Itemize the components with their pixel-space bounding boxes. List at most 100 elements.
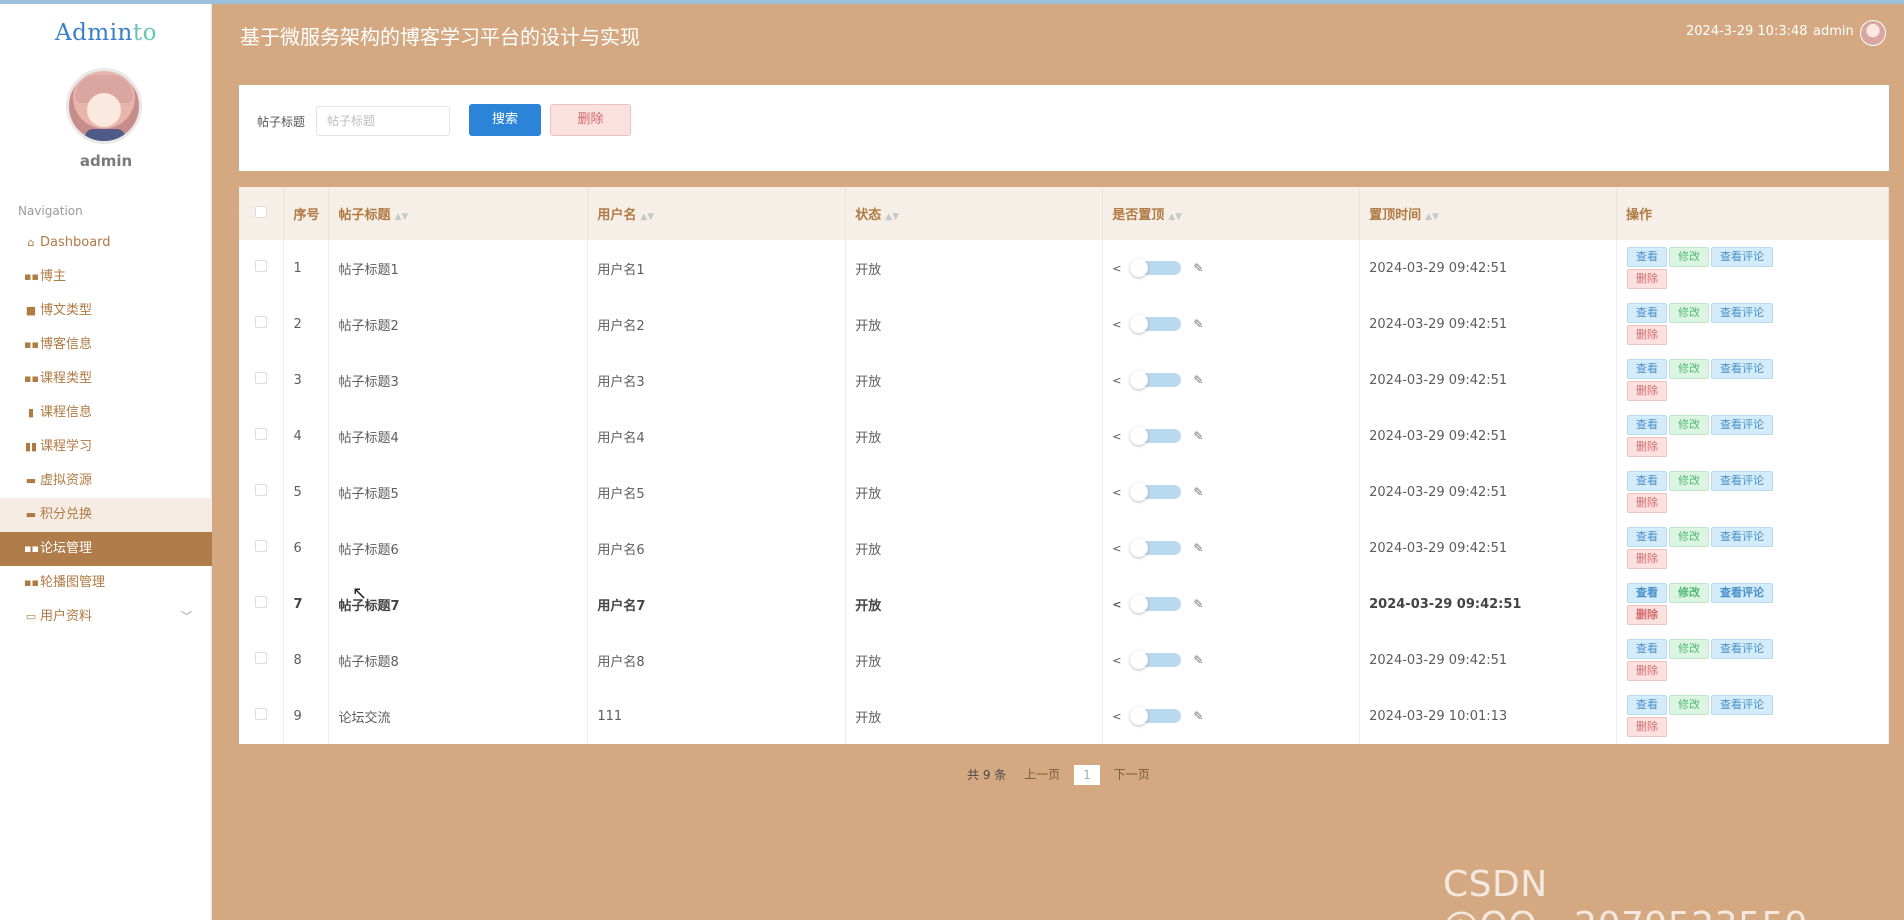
batch-delete-button[interactable]: 删除	[550, 104, 631, 136]
sidebar-item-blogger[interactable]: ▪▪博主	[0, 260, 212, 294]
view-comments-button[interactable]: 查看评论	[1711, 583, 1774, 603]
edit-button[interactable]: 修改	[1669, 583, 1710, 603]
share-icon[interactable]: <	[1112, 598, 1121, 611]
delete-button[interactable]: 删除	[1627, 269, 1668, 289]
view-comments-button[interactable]: 查看评论	[1711, 639, 1774, 659]
edit-button[interactable]: 修改	[1669, 695, 1710, 715]
delete-button[interactable]: 删除	[1627, 437, 1668, 457]
view-button[interactable]: 查看	[1627, 527, 1668, 547]
view-comments-button[interactable]: 查看评论	[1711, 527, 1774, 547]
view-button[interactable]: 查看	[1627, 583, 1668, 603]
sidebar-item-post-type[interactable]: ■ 博文类型	[0, 294, 212, 328]
search-button[interactable]: 搜索	[469, 104, 541, 136]
sidebar-item-forum-manage[interactable]: ▪▪论坛管理	[0, 532, 212, 566]
edit-button[interactable]: 修改	[1669, 303, 1710, 323]
edit-pen-icon[interactable]: ✎	[1193, 485, 1203, 499]
sidebar-item-course-type[interactable]: ▪▪课程类型	[0, 362, 212, 396]
delete-button[interactable]: 删除	[1627, 717, 1668, 737]
share-icon[interactable]: <	[1112, 542, 1121, 555]
row-checkbox[interactable]	[239, 296, 285, 352]
edit-pen-icon[interactable]: ✎	[1193, 261, 1203, 275]
edit-pen-icon[interactable]: ✎	[1193, 541, 1203, 555]
sidebar-item-blog-info[interactable]: ▪▪博客信息	[0, 328, 212, 362]
share-icon[interactable]: <	[1112, 374, 1121, 387]
edit-pen-icon[interactable]: ✎	[1193, 597, 1203, 611]
header-user[interactable]: 用户名 ▲▼	[587, 187, 847, 240]
delete-button[interactable]: 删除	[1627, 381, 1668, 401]
pin-toggle[interactable]	[1130, 707, 1182, 725]
sidebar-item-dashboard[interactable]: ⌂ Dashboard	[0, 226, 212, 260]
search-input[interactable]	[316, 106, 450, 136]
row-checkbox[interactable]	[239, 688, 285, 744]
edit-pen-icon[interactable]: ✎	[1193, 317, 1203, 331]
share-icon[interactable]: <	[1112, 710, 1121, 723]
delete-button[interactable]: 删除	[1627, 605, 1668, 625]
pin-toggle[interactable]	[1130, 315, 1182, 333]
view-comments-button[interactable]: 查看评论	[1711, 359, 1774, 379]
edit-button[interactable]: 修改	[1669, 247, 1710, 267]
view-button[interactable]: 查看	[1627, 695, 1668, 715]
delete-button[interactable]: 删除	[1627, 661, 1668, 681]
sort-icon[interactable]: ▲▼	[885, 212, 899, 222]
pin-toggle[interactable]	[1130, 259, 1182, 277]
share-icon[interactable]: <	[1112, 318, 1121, 331]
sort-icon[interactable]: ▲▼	[1425, 212, 1439, 222]
header-pin-time[interactable]: 置顶时间 ▲▼	[1359, 187, 1618, 240]
view-button[interactable]: 查看	[1627, 359, 1668, 379]
edit-pen-icon[interactable]: ✎	[1193, 653, 1203, 667]
view-button[interactable]: 查看	[1627, 247, 1668, 267]
delete-button[interactable]: 删除	[1627, 493, 1668, 513]
row-checkbox[interactable]	[239, 576, 285, 632]
pagination-prev[interactable]: 上一页	[1024, 768, 1060, 782]
sort-icon[interactable]: ▲▼	[640, 212, 654, 222]
pagination-next[interactable]: 下一页	[1114, 768, 1150, 782]
view-button[interactable]: 查看	[1627, 639, 1668, 659]
pin-toggle[interactable]	[1130, 539, 1182, 557]
pagination-current[interactable]: 1	[1073, 765, 1100, 785]
view-comments-button[interactable]: 查看评论	[1711, 303, 1774, 323]
row-checkbox[interactable]	[239, 632, 285, 688]
row-checkbox[interactable]	[239, 520, 285, 576]
share-icon[interactable]: <	[1112, 262, 1121, 275]
edit-button[interactable]: 修改	[1669, 415, 1710, 435]
row-checkbox[interactable]	[239, 352, 285, 408]
sort-icon[interactable]: ▲▼	[394, 212, 408, 222]
view-comments-button[interactable]: 查看评论	[1711, 471, 1774, 491]
sort-icon[interactable]: ▲▼	[1168, 212, 1182, 222]
sidebar-item-course-info[interactable]: ▮ 课程信息	[0, 396, 212, 430]
row-checkbox[interactable]	[239, 240, 285, 296]
edit-pen-icon[interactable]: ✎	[1193, 429, 1203, 443]
view-comments-button[interactable]: 查看评论	[1711, 247, 1774, 267]
edit-button[interactable]: 修改	[1669, 471, 1710, 491]
delete-button[interactable]: 删除	[1627, 549, 1668, 569]
share-icon[interactable]: <	[1112, 430, 1121, 443]
pin-toggle[interactable]	[1130, 595, 1182, 613]
sidebar-item-points-exchange[interactable]: ▬ 积分兑换	[0, 498, 212, 532]
select-all-checkbox[interactable]	[239, 187, 285, 240]
view-button[interactable]: 查看	[1627, 415, 1668, 435]
delete-button[interactable]: 删除	[1627, 325, 1668, 345]
edit-button[interactable]: 修改	[1669, 359, 1710, 379]
sidebar-item-user-profile[interactable]: ▭ 用户资料 ﹀	[0, 600, 212, 634]
sidebar-item-course-study[interactable]: ▮▮ 课程学习	[0, 430, 212, 464]
edit-pen-icon[interactable]: ✎	[1193, 709, 1203, 723]
view-button[interactable]: 查看	[1627, 471, 1668, 491]
share-icon[interactable]: <	[1112, 486, 1121, 499]
row-checkbox[interactable]	[239, 408, 285, 464]
edit-pen-icon[interactable]: ✎	[1193, 373, 1203, 387]
header-avatar[interactable]	[1860, 20, 1886, 46]
pin-toggle[interactable]	[1130, 427, 1182, 445]
edit-button[interactable]: 修改	[1669, 639, 1710, 659]
header-username[interactable]: admin	[1813, 24, 1854, 39]
pin-toggle[interactable]	[1130, 651, 1182, 669]
row-checkbox[interactable]	[239, 464, 285, 520]
view-comments-button[interactable]: 查看评论	[1711, 695, 1774, 715]
pin-toggle[interactable]	[1130, 371, 1182, 389]
share-icon[interactable]: <	[1112, 654, 1121, 667]
header-title[interactable]: 帖子标题 ▲▼	[328, 187, 589, 240]
header-status[interactable]: 状态 ▲▼	[845, 187, 1104, 240]
edit-button[interactable]: 修改	[1669, 527, 1710, 547]
view-button[interactable]: 查看	[1627, 303, 1668, 323]
header-pinned[interactable]: 是否置顶 ▲▼	[1102, 187, 1361, 240]
view-comments-button[interactable]: 查看评论	[1711, 415, 1774, 435]
